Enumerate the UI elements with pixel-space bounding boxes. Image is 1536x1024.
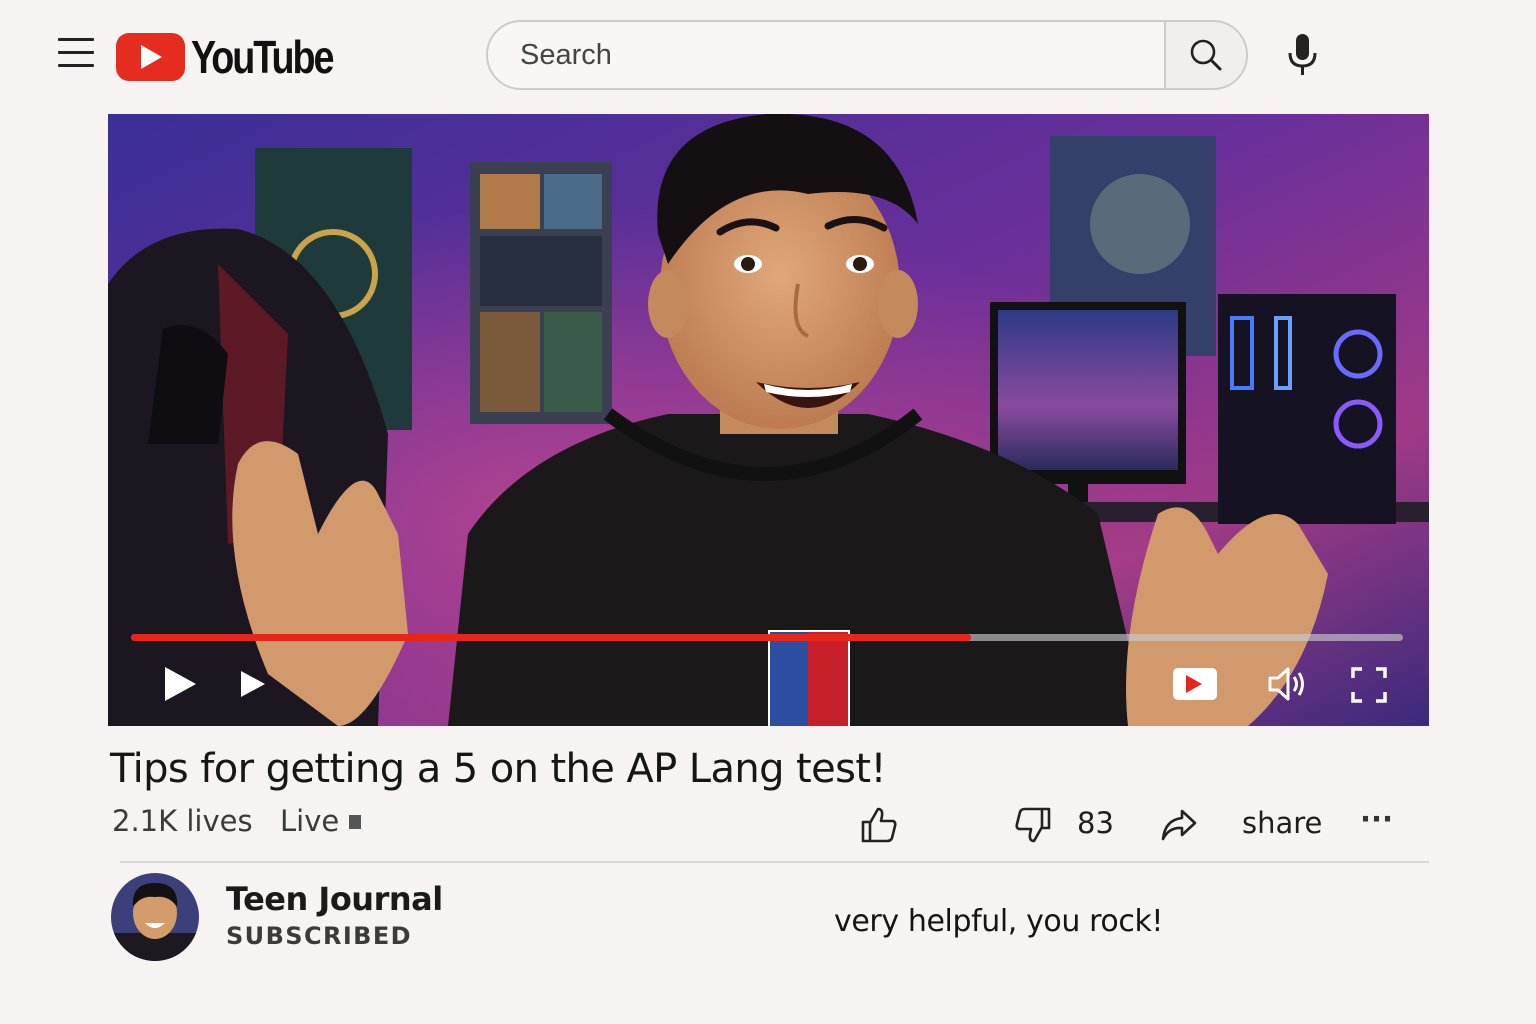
play-logo-icon xyxy=(116,33,185,81)
share-icon-button[interactable] xyxy=(1160,808,1198,842)
search-button[interactable] xyxy=(1164,22,1246,88)
live-indicator: Live xyxy=(280,804,362,838)
miniplayer-button[interactable] xyxy=(1172,666,1218,707)
view-count: 2.1K lives xyxy=(112,804,253,838)
volume-button[interactable] xyxy=(1266,664,1308,709)
fullscreen-icon xyxy=(1351,667,1387,703)
next-button[interactable] xyxy=(238,668,268,705)
play-button[interactable] xyxy=(160,664,200,709)
microphone-icon xyxy=(1288,34,1317,75)
channel-name[interactable]: Teen Journal xyxy=(226,880,443,918)
search-icon xyxy=(1190,39,1222,71)
youtube-logo[interactable]: YouTube xyxy=(116,30,363,84)
more-options-button[interactable]: ··· xyxy=(1360,802,1393,836)
subscribed-button[interactable]: SUBSCRIBED xyxy=(226,922,412,950)
menu-icon[interactable] xyxy=(58,38,96,70)
avatar-image xyxy=(111,873,199,961)
share-icon xyxy=(1161,809,1197,841)
comment-text: very helpful, you rock! xyxy=(834,904,1164,939)
divider xyxy=(120,861,1429,863)
thumbs-up-icon xyxy=(861,807,897,843)
progress-bar[interactable] xyxy=(131,634,1403,641)
live-label: Live xyxy=(280,804,340,838)
live-dot-icon xyxy=(349,815,362,829)
share-button[interactable]: share xyxy=(1242,806,1322,840)
voice-search-button[interactable] xyxy=(1281,32,1325,78)
next-icon xyxy=(241,671,265,697)
search-input[interactable] xyxy=(488,22,1164,88)
video-title: Tips for getting a 5 on the AP Lang test… xyxy=(110,746,887,792)
fullscreen-button[interactable] xyxy=(1350,666,1388,709)
thumbs-down-icon xyxy=(1015,807,1051,843)
like-button[interactable] xyxy=(860,806,898,844)
dislike-count: 83 xyxy=(1077,806,1114,840)
progress-fill xyxy=(131,634,971,641)
dislike-button[interactable] xyxy=(1014,806,1052,844)
play-icon xyxy=(165,667,196,701)
video-player[interactable] xyxy=(108,114,1429,726)
miniplayer-icon xyxy=(1173,668,1217,700)
channel-avatar[interactable] xyxy=(111,873,199,961)
search-bar xyxy=(486,20,1248,90)
logo-text: YouTube xyxy=(191,31,334,83)
volume-icon xyxy=(1268,667,1304,701)
